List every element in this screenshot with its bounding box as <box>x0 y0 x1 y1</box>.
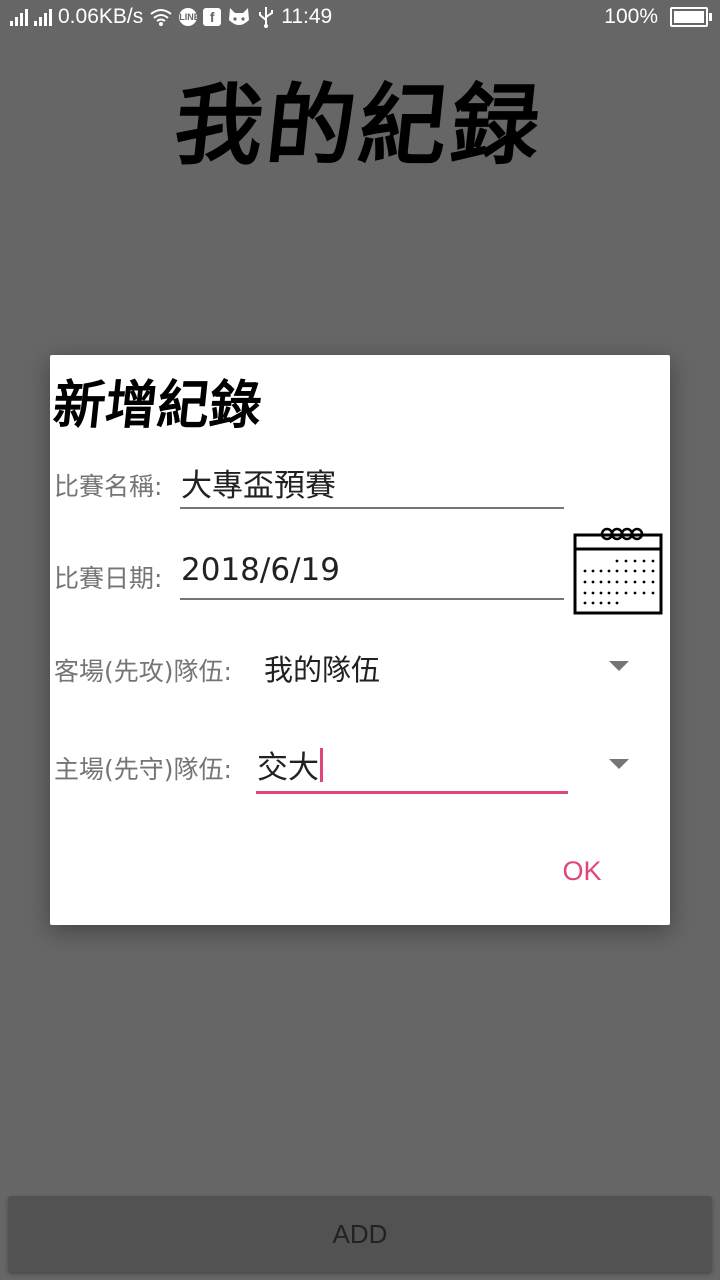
add-button[interactable]: ADD <box>8 1196 712 1272</box>
dialog-title: 新增紀錄 <box>50 375 265 436</box>
status-bar-left: 0.06KB/s LINE f 11:49 <box>10 5 332 29</box>
home-team-value: 交大 <box>257 750 319 786</box>
text-cursor <box>320 748 323 782</box>
home-team-label: 主場(先守)隊伍: <box>54 755 232 784</box>
signal-icon <box>10 8 28 26</box>
away-team-dropdown-icon[interactable] <box>609 661 629 671</box>
usb-icon <box>259 7 274 28</box>
home-team-underline <box>256 791 568 794</box>
signal-icon <box>34 8 52 26</box>
away-team-label: 客場(先攻)隊伍: <box>54 657 232 686</box>
cat-icon <box>229 8 250 25</box>
status-bar: 0.06KB/s LINE f 11:49 100% <box>0 0 720 36</box>
match-date-underline <box>180 598 564 600</box>
home-team-dropdown-icon[interactable] <box>609 759 629 769</box>
facebook-icon: f <box>203 8 222 26</box>
match-name-underline <box>180 507 564 509</box>
wifi-icon <box>150 9 172 26</box>
app-title: 我的紀録 <box>169 73 549 177</box>
network-speed: 0.06KB/s <box>58 5 144 28</box>
calendar-icon[interactable] <box>573 527 663 615</box>
clock: 11:49 <box>281 5 333 28</box>
status-bar-right: 100% <box>604 5 712 29</box>
match-name-input[interactable]: 大專盃預賽 <box>181 460 336 505</box>
battery-percent: 100% <box>604 5 658 28</box>
away-team-spinner[interactable]: 我的隊伍 <box>264 647 380 689</box>
match-date-input[interactable]: 2018/6/19 <box>181 552 340 588</box>
line-icon: LINE <box>179 8 200 26</box>
add-record-dialog: 新增紀錄 比賽名稱: 大專盃預賽 比賽日期: 2018/6/19 客場(先攻)隊… <box>50 355 670 925</box>
home-team-input[interactable]: 交大 <box>257 742 323 787</box>
battery-icon <box>670 7 712 27</box>
ok-button[interactable]: OK <box>542 847 622 895</box>
match-name-label: 比賽名稱: <box>54 472 163 501</box>
match-date-label: 比賽日期: <box>54 564 163 593</box>
